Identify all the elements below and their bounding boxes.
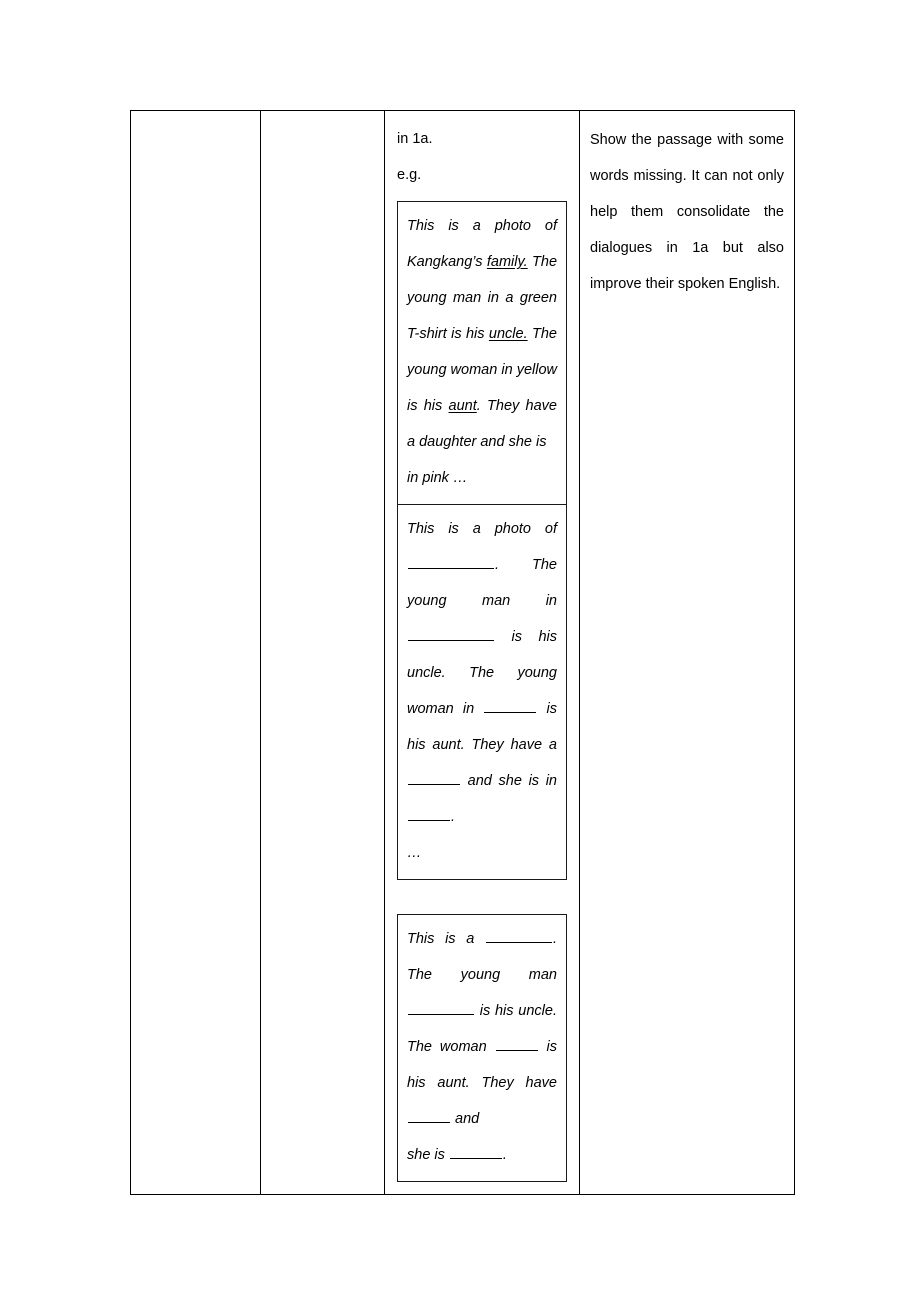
example-box-gapfill-2: This is a . The young man is his uncle. …	[397, 914, 567, 1182]
example-box-gapfill-1: This is a photo of . The young man in is…	[397, 505, 567, 880]
fill-in-blank	[449, 1144, 502, 1159]
fill-in-blank	[408, 770, 460, 785]
table-cell-content: in 1a. e.g. This is a photo of Kangkang’…	[384, 110, 580, 1195]
fill-in-blank	[408, 1108, 450, 1123]
content-cell-content: in 1a. e.g. This is a photo of Kangkang’…	[385, 111, 579, 1194]
table-row: in 1a. e.g. This is a photo of Kangkang’…	[130, 110, 795, 1195]
underlined-answer: family.	[486, 254, 528, 270]
example-box-model-passage: This is a photo of Kangkang’s family. Th…	[397, 201, 567, 505]
example-box-2-text: This is a photo of . The young man in is…	[407, 511, 557, 871]
fill-in-blank	[408, 626, 494, 641]
content-line-in-1a: in 1a.	[397, 131, 433, 147]
fill-in-blank	[408, 554, 494, 569]
table-cell-steps	[130, 110, 261, 1195]
example-box-3-text: This is a . The young man is his uncle. …	[407, 921, 557, 1173]
notes-cell-content: Show the passage with some words missing…	[580, 111, 794, 314]
example-last-line: she is .	[407, 1137, 557, 1173]
underlined-answer: uncle.	[488, 326, 528, 342]
example-last-line: in pink …	[407, 470, 468, 486]
teacher-activity-cell-content	[261, 111, 384, 133]
fill-in-blank	[408, 806, 450, 821]
document-page: in 1a. e.g. This is a photo of Kangkang’…	[0, 0, 920, 1302]
lesson-plan-table: in 1a. e.g. This is a photo of Kangkang’…	[130, 110, 795, 1195]
underlined-answer: aunt	[448, 398, 477, 414]
fill-in-blank	[485, 928, 552, 943]
steps-cell-content	[131, 111, 260, 133]
fill-in-blank	[495, 1036, 538, 1051]
content-line-eg: e.g.	[397, 167, 422, 183]
fill-in-blank	[484, 698, 537, 713]
example-box-1-text: This is a photo of Kangkang’s family. Th…	[407, 208, 557, 496]
table-cell-notes: Show the passage with some words missing…	[579, 110, 795, 1195]
fill-in-blank	[408, 1000, 474, 1015]
teaching-note-paragraph: Show the passage with some words missing…	[590, 132, 784, 292]
example-last-line: …	[407, 845, 422, 861]
table-cell-teacher-activity	[260, 110, 385, 1195]
